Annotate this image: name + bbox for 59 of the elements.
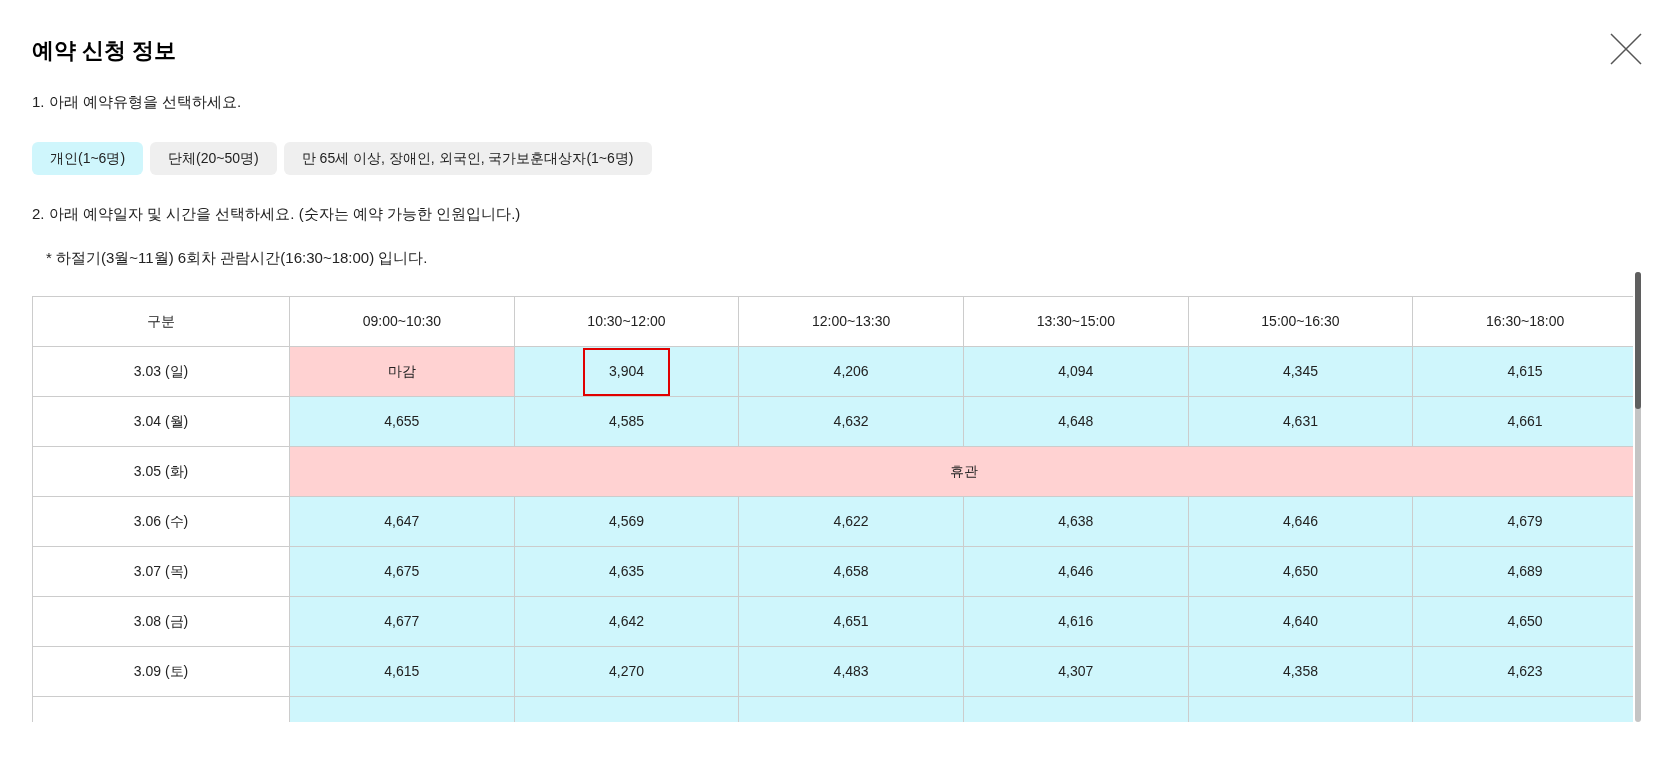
date-cell: 3.08 (금) [32, 596, 290, 647]
slot-cell[interactable]: 4,615 [289, 646, 515, 697]
slot-cell[interactable]: 4,650 [1188, 546, 1413, 597]
column-header: 구분 [32, 296, 290, 347]
slot-cell[interactable]: 3,904 [514, 346, 739, 397]
slot-cell[interactable]: 4,651 [738, 596, 964, 647]
column-header: 13:30~15:00 [963, 296, 1189, 347]
slot-cell[interactable]: 4,661 [1412, 396, 1633, 447]
slot-cell[interactable]: 4,658 [738, 546, 964, 597]
slot-cell[interactable]: 4,642 [514, 596, 739, 647]
slot-cell[interactable]: 4,307 [963, 646, 1189, 697]
slot-cell[interactable]: 4,650 [1412, 596, 1633, 647]
date-cell: 3.03 (일) [32, 346, 290, 397]
note-text: * 하절기(3월~11월) 6회차 관람시간(16:30~18:00) 입니다. [46, 248, 429, 268]
column-header: 09:00~10:30 [289, 296, 515, 347]
slot-cell[interactable]: 4,585 [514, 396, 739, 447]
slot-cell[interactable]: 4,647 [289, 496, 515, 547]
slot-cell[interactable]: 4,679 [1412, 496, 1633, 547]
slot-cell[interactable]: 4,655 [289, 396, 515, 447]
slot-cell[interactable]: 4,270 [514, 646, 739, 697]
slot-cell[interactable]: 4,635 [514, 546, 739, 597]
slot-cell[interactable]: 4,689 [1412, 546, 1633, 597]
column-header: 10:30~12:00 [514, 296, 739, 347]
close-icon[interactable] [1609, 32, 1643, 66]
date-cell: 3.04 (월) [32, 396, 290, 447]
slot-cell[interactable]: 4,623 [1412, 646, 1633, 697]
date-cell: 3.06 (수) [32, 496, 290, 547]
dialog-title: 예약 신청 정보 [32, 37, 177, 65]
slot-cell[interactable]: 4,648 [963, 396, 1189, 447]
step-instruction: 1. 아래 예약유형을 선택하세요. [32, 92, 243, 112]
slot-cell[interactable]: 4,638 [963, 496, 1189, 547]
scrollbar[interactable] [1635, 271, 1641, 722]
reservation-type-tab[interactable]: 개인(1~6명) [32, 141, 144, 175]
date-cell: 3.05 (화) [32, 446, 290, 497]
status-cell: 휴관 [289, 446, 1633, 497]
date-cell: 3.09 (토) [32, 646, 290, 697]
reservation-type-tab[interactable]: 단체(20~50명) [150, 141, 277, 175]
slot-cell[interactable]: 4,646 [1188, 496, 1413, 547]
step-instruction: 2. 아래 예약일자 및 시간을 선택하세요. (숫자는 예약 가능한 인원입니다.) [32, 203, 522, 224]
slot-cell[interactable]: 4,615 [1412, 346, 1633, 397]
reservation-type-tab[interactable]: 만 65세 이상, 장애인, 외국인, 국가보훈대상자(1~6명) [283, 141, 652, 175]
status-cell: 마감 [289, 346, 515, 397]
column-header: 12:00~13:30 [738, 296, 964, 347]
slot-cell[interactable]: 4,206 [738, 346, 964, 397]
date-cell: 3.07 (목) [32, 546, 290, 597]
slot-cell[interactable]: 4,622 [738, 496, 964, 547]
slot-cell[interactable]: 4,345 [1188, 346, 1413, 397]
slot-cell[interactable]: 4,616 [963, 596, 1189, 647]
slot-cell[interactable]: 4,358 [1188, 646, 1413, 697]
slot-cell[interactable]: 4,640 [1188, 596, 1413, 647]
slot-cell[interactable]: 4,675 [289, 546, 515, 597]
slot-cell[interactable]: 4,094 [963, 346, 1189, 397]
slot-cell[interactable]: 4,632 [738, 396, 964, 447]
slot-cell[interactable]: 4,483 [738, 646, 964, 697]
slot-cell[interactable]: 4,569 [514, 496, 739, 547]
slot-cell[interactable]: 4,631 [1188, 396, 1413, 447]
column-header: 15:00~16:30 [1188, 296, 1413, 347]
slot-cell[interactable]: 4,677 [289, 596, 515, 647]
slot-cell[interactable]: 4,646 [963, 546, 1189, 597]
